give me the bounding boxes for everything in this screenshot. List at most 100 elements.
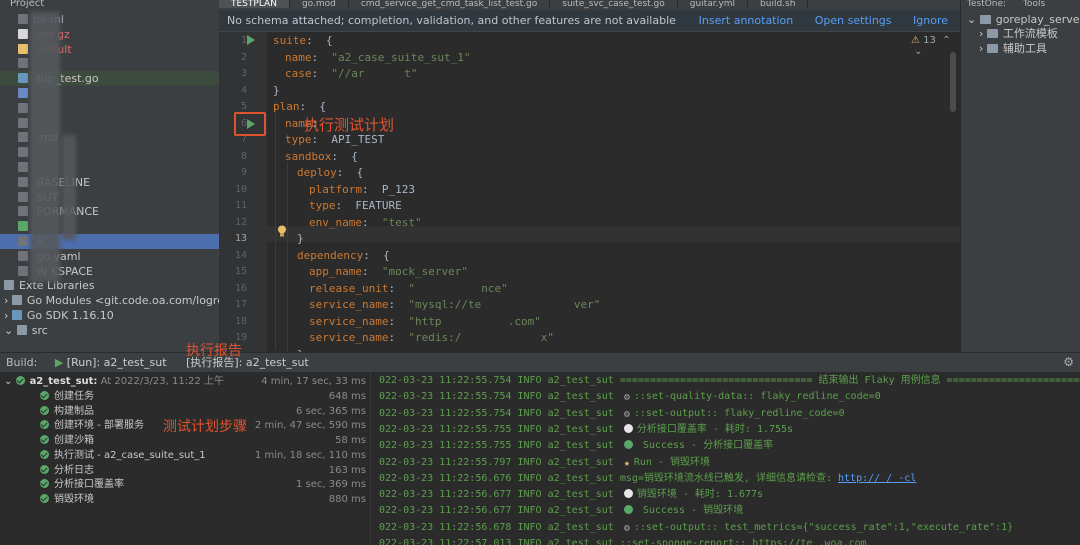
chevron-right-icon[interactable]: › — [979, 42, 987, 55]
log-level: INFO a2_test_sut — [517, 505, 614, 517]
colon: : — [388, 281, 409, 295]
log-line: 022-03-23 11:22:55.754 INFO a2_test_sut … — [379, 373, 1080, 389]
log-message: ================================ 结束输出 Fl… — [619, 375, 1080, 386]
project-tree-item[interactable]: › Go Modules <git.code.oa.com/logreplay/ — [0, 293, 219, 308]
log-level: INFO a2_test_sut — [517, 456, 614, 468]
chevron-right-icon[interactable]: › — [979, 27, 987, 40]
run-plan-button[interactable] — [234, 112, 266, 136]
tab-run[interactable]: ▶ [Run]: a2_test_sut — [47, 353, 175, 373]
tree-item-workflow-templates[interactable]: › 工作流模板 — [979, 26, 1058, 41]
circle-icon — [623, 489, 633, 499]
chevron-up-icon[interactable]: ⌃ — [939, 35, 950, 46]
project-panel-title: Project — [0, 0, 219, 10]
yaml-value: "http .com" — [408, 314, 541, 328]
success-icon — [40, 449, 49, 459]
build-step[interactable]: 执行测试 - a2_case_suite_sut_1 1 min, 18 sec,… — [0, 448, 370, 463]
star-icon: ★ — [623, 457, 630, 469]
code-line: deploy: { — [297, 166, 363, 179]
editor-tab[interactable]: cmd_service_get_cmd_task_list_test.go — [349, 0, 551, 9]
yaml-key: dependency — [297, 248, 364, 262]
code-line: } — [273, 84, 280, 97]
steps-root[interactable]: ⌄ a2_test_sut: At 2022/3/23, 11:22 上午 4 … — [0, 374, 370, 389]
log-line: 022-03-23 11:22:55.755 INFO a2_test_sut … — [379, 422, 793, 438]
lightbulb-icon[interactable] — [277, 225, 287, 237]
log-level: INFO a2_test_sut — [517, 423, 614, 435]
run-icon: ▶ — [54, 356, 67, 369]
chevron-right-icon[interactable]: ⌄ — [4, 324, 17, 337]
editor-tabs: TESTPLAN go.mod cmd_service_get_cmd_task_l… — [219, 0, 960, 10]
chevron-right-icon[interactable]: › — [4, 309, 12, 322]
editor-tab[interactable]: suite_svc_case_test.go — [550, 0, 678, 9]
code-line: sandbox: { — [285, 150, 358, 163]
file-icon — [18, 147, 28, 158]
line-number: 3 — [240, 68, 247, 79]
chevron-down-icon[interactable]: ⌄ — [911, 46, 922, 57]
open-settings-link[interactable]: Open settings — [815, 14, 892, 27]
run-suite-icon[interactable] — [247, 35, 255, 45]
project-panel: Project pa ml ser gz -result tup_test.go… — [0, 0, 219, 352]
gear-icon: ⚙ — [623, 522, 630, 534]
editor-tab[interactable]: build.sh — [748, 0, 809, 9]
editor-scrollbar[interactable] — [950, 52, 956, 112]
build-step[interactable]: 销毁环境 880 ms — [0, 492, 370, 507]
build-step[interactable]: 分析日志 163 ms — [0, 463, 370, 478]
chevron-down-icon[interactable]: ⌄ — [967, 13, 980, 26]
code-line: env_name: "test" — [309, 216, 422, 229]
build-step[interactable]: 分析接口覆盖率 1 sec, 369 ms — [0, 477, 370, 492]
build-log-output[interactable]: 022-03-23 11:22:55.754 INFO a2_test_sut … — [370, 372, 1080, 545]
gear-icon[interactable]: ⚙ — [1063, 355, 1074, 369]
run-icon — [247, 119, 255, 129]
yaml-value: "redis:/ x" — [408, 331, 555, 344]
success-icon — [15, 376, 25, 385]
schema-banner: No schema attached; completion, validati… — [219, 10, 960, 32]
line-number: 18 — [234, 315, 247, 327]
yaml-key: service_name — [309, 314, 389, 328]
tree-root-goreplay-server[interactable]: ⌄ goreplay_server — [967, 12, 1080, 27]
gear-icon: ⚙ — [623, 392, 630, 404]
insert-annotation-link[interactable]: Insert annotation — [699, 14, 794, 27]
editor-tab[interactable]: TESTPLAN — [219, 0, 290, 9]
ignore-link[interactable]: Ignore — [913, 14, 948, 27]
tab-testone[interactable]: TestOne: — [967, 0, 1006, 9]
yaml-key: suite — [273, 34, 307, 47]
yaml-key: plan — [273, 100, 300, 113]
tree-item-helper-tools[interactable]: › 辅助工具 — [979, 41, 1047, 56]
project-tree-label: Go Modules <git.code.oa.com/logreplay/ — [26, 294, 219, 308]
colon: : — [361, 182, 382, 196]
tab-tools[interactable]: Tools — [1023, 0, 1045, 9]
colon: : — [363, 248, 384, 262]
log-timestamp: 022-03-23 11:22:55.755 — [379, 440, 512, 452]
warning-count: 13 — [923, 35, 936, 46]
editor-tab[interactable]: guitar.yml — [678, 0, 749, 9]
project-tree-item[interactable]: › Go SDK 1.16.10 — [0, 308, 219, 323]
build-step-time: 6 sec, 365 ms — [296, 405, 366, 417]
yaml-key: service_name — [309, 331, 389, 344]
log-link[interactable]: http:// / -cl — [838, 473, 916, 484]
yaml-value: P_123 — [381, 182, 415, 196]
code-line: service_name: "mysql://te ver" — [309, 298, 600, 311]
project-tree-item[interactable]: ⌄ src — [0, 323, 219, 338]
file-icon — [18, 206, 28, 217]
log-line: 022-03-23 11:22:55.754 INFO a2_test_sut … — [379, 389, 881, 405]
code-line: app_name: "mock_server" — [309, 265, 468, 278]
colon: : — [331, 149, 352, 163]
steps-root-date: At 2022/3/23, 11:22 上午 — [100, 376, 225, 387]
chevron-right-icon[interactable]: › — [4, 294, 12, 307]
tree-root-label: goreplay_server — [995, 13, 1080, 26]
build-label: Build: — [6, 356, 38, 369]
chevron-down-icon[interactable]: ⌄ — [4, 376, 16, 387]
editor-tab[interactable]: go.mod — [290, 0, 349, 9]
log-line: 022-03-23 11:22:56.676 INFO a2_test_sut … — [379, 471, 916, 487]
log-timestamp: 022-03-23 11:22:56.677 — [379, 505, 512, 517]
build-step-name: 销毁环境 — [54, 493, 94, 505]
log-line: 022-03-23 11:22:56.677 INFO a2_test_sut … — [379, 503, 743, 519]
yaml-key: release_unit — [309, 281, 389, 295]
build-step[interactable]: 创建任务 648 ms — [0, 389, 370, 404]
yaml-value: "mysql://te ver" — [408, 298, 601, 311]
code-editor[interactable]: 1 2 3 4 5 6 7 8 9 10 11 12 13 14 15 16 17 18 19 suite: {na… — [219, 32, 960, 352]
success-icon — [40, 479, 49, 489]
annotation-run-plan: 执行测试计划 — [304, 116, 395, 134]
yaml-value: "//ar t" — [331, 67, 418, 80]
redacted-area — [30, 12, 60, 282]
line-number: 5 — [240, 101, 247, 112]
